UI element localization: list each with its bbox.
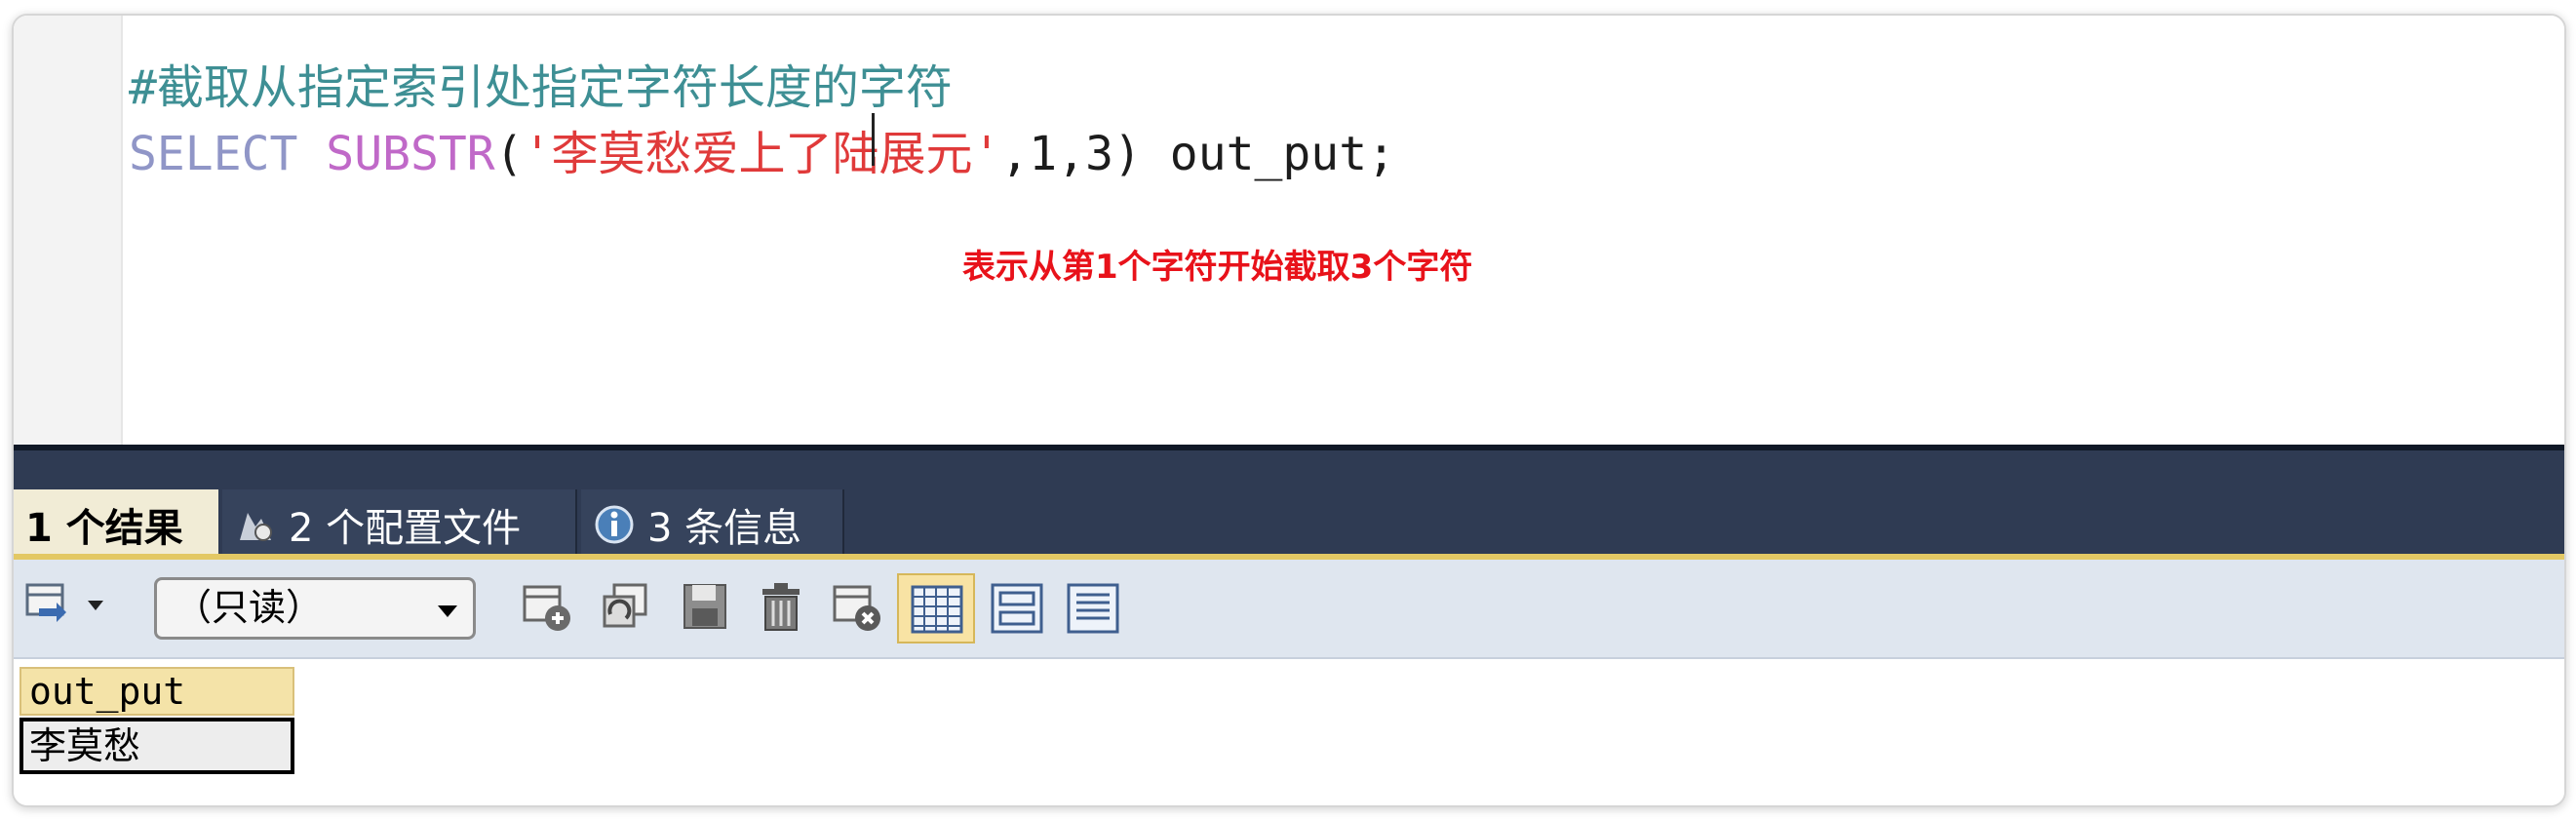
sql-open-paren: ( (494, 127, 524, 181)
tab-profiles[interactable]: 2 个配置文件 (222, 489, 577, 560)
grid-view-icon (911, 585, 963, 634)
cancel-icon[interactable] (829, 579, 885, 636)
app-window: #截取从指定索引处指定字符长度的字符 SELECT SUBSTR('李莫愁爱上了… (12, 14, 2566, 807)
delete-icon[interactable] (753, 579, 809, 636)
tab-results[interactable]: 1 个结果 (14, 489, 218, 560)
mode-select[interactable]: （只读） (154, 577, 476, 640)
save-icon[interactable] (677, 579, 733, 636)
add-row-icon[interactable] (519, 579, 575, 636)
sql-keyword: SELECT (129, 127, 298, 181)
tab-messages[interactable]: 3 条信息 (581, 489, 844, 560)
export-icon[interactable] (23, 579, 121, 636)
sql-function: SUBSTR (326, 127, 495, 181)
sql-editor[interactable]: #截取从指定索引处指定字符长度的字符 SELECT SUBSTR('李莫愁爱上了… (14, 16, 2564, 445)
annotation-note: 表示从第1个字符开始截取3个字符 (962, 248, 1473, 287)
text-cursor (872, 113, 880, 166)
comment-line: #截取从指定索引处指定字符长度的字符 (129, 60, 953, 115)
editor-gutter (14, 16, 123, 445)
sql-args: ,1,3) (1000, 127, 1142, 181)
form-view-icon[interactable] (989, 581, 1045, 636)
sql-string-literal: '李莫愁爱上了陆展元' (523, 127, 1001, 181)
sql-line: SELECT SUBSTR('李莫愁爱上了陆展元',1,3) out_put; (129, 125, 1395, 183)
chevron-down-icon (438, 605, 457, 617)
result-tabs-bar: 1 个结果 2 个配置文件 3 条信息 (14, 445, 2564, 564)
tab-profiles-label: 2 个配置文件 (289, 506, 522, 551)
tab-results-label: 1 个结果 (25, 506, 183, 551)
results-toolbar: （只读） (14, 560, 2564, 659)
mode-select-value: （只读） (175, 586, 324, 629)
duplicate-row-icon[interactable] (597, 579, 653, 636)
text-view-icon[interactable] (1065, 581, 1121, 636)
grid-view-button[interactable] (897, 573, 975, 644)
tab-messages-label: 3 条信息 (647, 506, 802, 551)
results-grid: out_put 李莫愁 (14, 659, 2564, 805)
table-cell[interactable]: 李莫愁 (20, 718, 294, 774)
sql-alias: out_put; (1141, 127, 1395, 181)
view-mode-group (897, 573, 1133, 644)
column-header[interactable]: out_put (20, 667, 294, 716)
profile-icon (240, 513, 272, 541)
info-icon (595, 505, 634, 544)
